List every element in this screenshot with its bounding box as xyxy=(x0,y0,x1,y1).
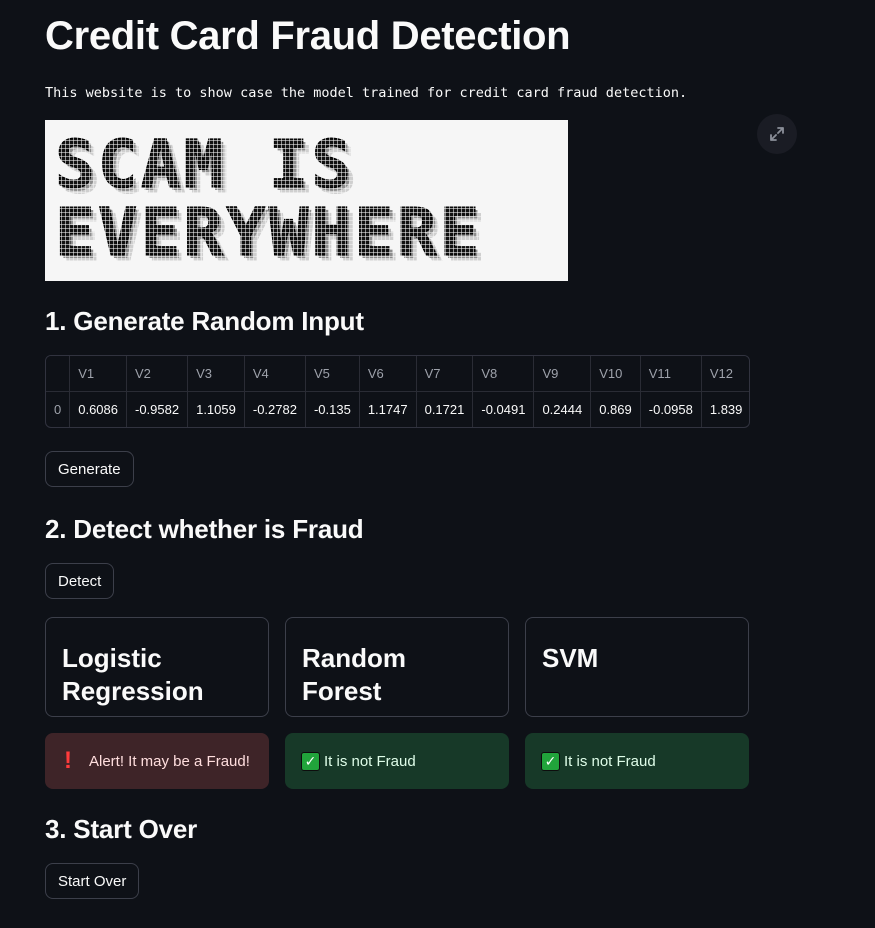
dataframe-table: V1 V2 V3 V4 V5 V6 V7 V8 V9 V10 V11 V12 0 0.6086 -0.95… xyxy=(46,356,749,427)
table-cell[interactable]: 1.839 xyxy=(701,391,749,427)
expand-icon xyxy=(770,127,784,141)
start-over-button[interactable]: Start Over xyxy=(45,863,140,899)
column-header[interactable]: V11 xyxy=(640,356,702,392)
check-icon: ✓ xyxy=(301,751,320,771)
column-header[interactable]: V6 xyxy=(359,356,417,392)
app-page: Credit Card Fraud Detection This website… xyxy=(0,0,875,928)
exclamation-icon: ! xyxy=(64,747,72,774)
column-header[interactable]: V3 xyxy=(187,356,245,392)
table-cell[interactable]: 1.1059 xyxy=(187,391,245,427)
table-header-row: V1 V2 V3 V4 V5 V6 V7 V8 V9 V10 V11 V12 xyxy=(46,356,749,392)
result-text: It is not Fraud xyxy=(564,752,656,770)
table-cell[interactable]: 0.2444 xyxy=(533,391,592,427)
column-header[interactable]: V7 xyxy=(416,356,474,392)
column-header[interactable]: V12 xyxy=(701,356,749,392)
column-header[interactable]: V8 xyxy=(472,356,535,392)
table-cell[interactable]: -0.9582 xyxy=(126,391,189,427)
section-heading-detect: 2. Detect whether is Fraud xyxy=(45,514,364,544)
detect-button[interactable]: Detect xyxy=(45,563,115,599)
model-name: Logistic Regression xyxy=(62,643,204,706)
column-header[interactable]: V9 xyxy=(533,356,592,392)
row-index[interactable]: 0 xyxy=(46,391,71,427)
result-text: Alert! It may be a Fraud! xyxy=(89,752,250,770)
table-cell[interactable]: -0.0491 xyxy=(472,391,535,427)
page-subtitle: This website is to show case the model t… xyxy=(45,85,688,101)
result-text: It is not Fraud xyxy=(324,752,416,770)
result-success-random-forest: ✓ It is not Fraud xyxy=(285,733,509,789)
model-card-logistic-regression: Logistic Regression xyxy=(45,617,269,717)
page-title: Credit Card Fraud Detection xyxy=(45,14,571,58)
table-cell[interactable]: -0.135 xyxy=(305,391,360,427)
column-header[interactable]: V1 xyxy=(69,356,127,392)
section-heading-start-over: 3. Start Over xyxy=(45,814,198,844)
model-name: Random Forest xyxy=(302,643,406,706)
model-card-random-forest: Random Forest xyxy=(285,617,509,717)
table-cell[interactable]: -0.2782 xyxy=(244,391,306,427)
section-heading-generate: 1. Generate Random Input xyxy=(45,306,364,336)
column-header[interactable]: V2 xyxy=(126,356,189,392)
banner-text-line-1: SCAM IS xyxy=(54,126,355,203)
input-dataframe[interactable]: V1 V2 V3 V4 V5 V6 V7 V8 V9 V10 V11 V12 0 0.6086 -0.95… xyxy=(45,355,750,428)
column-header[interactable]: V5 xyxy=(305,356,360,392)
column-header[interactable]: V10 xyxy=(590,356,641,392)
table-cell[interactable]: 0.1721 xyxy=(416,391,474,427)
table-cell[interactable]: -0.0958 xyxy=(640,391,702,427)
table-cell[interactable]: 0.869 xyxy=(590,391,641,427)
model-card-svm: SVM xyxy=(525,617,749,717)
check-icon: ✓ xyxy=(541,751,560,771)
table-row: 0 0.6086 -0.9582 1.1059 -0.2782 -0.135 1.1747 0… xyxy=(46,391,749,427)
table-cell[interactable]: 0.6086 xyxy=(69,391,127,427)
table-cell[interactable]: 1.1747 xyxy=(359,391,417,427)
model-name: SVM xyxy=(542,643,599,673)
result-success-svm: ✓ It is not Fraud xyxy=(525,733,749,789)
fullscreen-button[interactable] xyxy=(757,114,797,154)
banner-text-line-2: EVERYWHERE xyxy=(54,194,483,271)
result-alert-logistic-regression: ! Alert! It may be a Fraud! xyxy=(45,733,269,789)
banner-image: SCAM IS EVERYWHERE xyxy=(45,120,568,281)
generate-button[interactable]: Generate xyxy=(45,451,134,487)
column-header[interactable]: V4 xyxy=(244,356,306,392)
index-header[interactable] xyxy=(46,356,71,392)
